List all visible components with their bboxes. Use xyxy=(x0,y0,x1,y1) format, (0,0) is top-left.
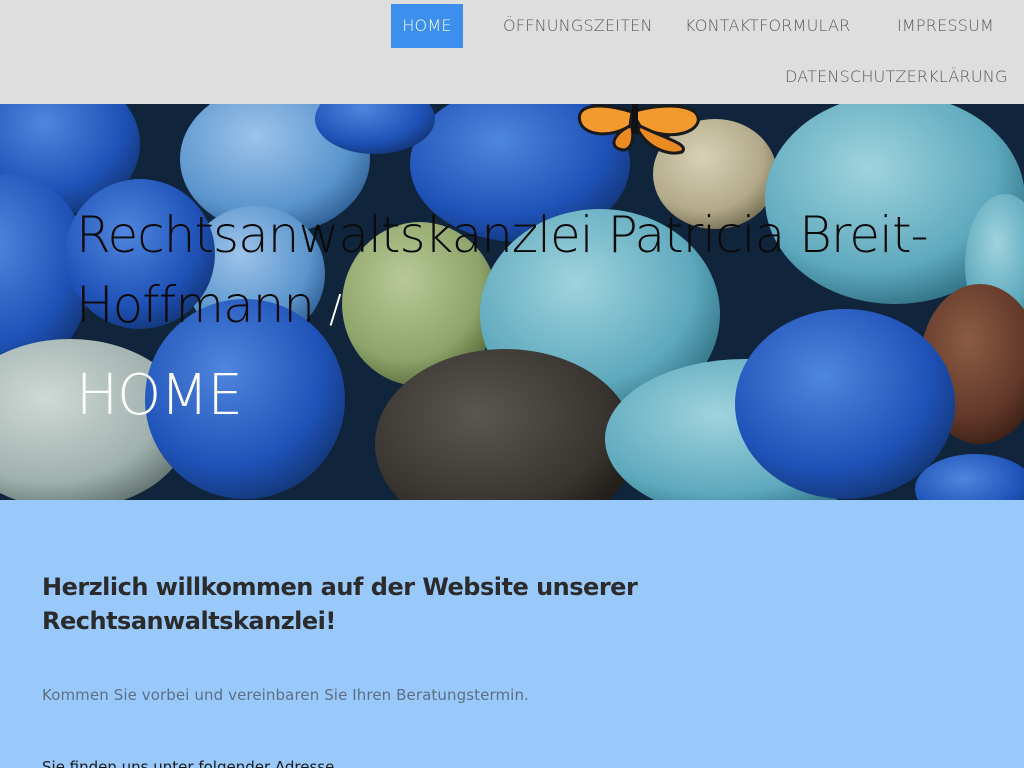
nav-item-datenschutzerklaerung[interactable]: DATENSCHUTZERKLÄRUNG xyxy=(785,55,1008,99)
hero-title: Rechtsanwaltskanzlei Patricia Breit-Hoff… xyxy=(76,200,956,344)
top-navigation: HOME ÖFFNUNGSZEITEN KONTAKTFORMULAR IMPR… xyxy=(0,0,1024,104)
firm-name: Rechtsanwaltskanzlei Patricia Breit-Hoff… xyxy=(76,206,929,334)
nav-item-impressum[interactable]: IMPRESSUM xyxy=(897,4,994,48)
title-separator: / xyxy=(329,287,342,331)
main-content: Herzlich willkommen auf der Website unse… xyxy=(0,500,1024,768)
nav-item-home[interactable]: HOME xyxy=(391,4,463,48)
welcome-heading: Herzlich willkommen auf der Website unse… xyxy=(42,573,638,635)
address-intro-text: Sie finden uns unter folgender Adresse xyxy=(42,758,335,768)
hero-banner: Rechtsanwaltskanzlei Patricia Breit-Hoff… xyxy=(0,104,1024,500)
invite-text: Kommen Sie vorbei und vereinbaren Sie Ih… xyxy=(42,686,529,704)
nav-item-oeffnungszeiten[interactable]: ÖFFNUNGSZEITEN xyxy=(503,4,653,48)
page-name: HOME xyxy=(76,363,243,428)
nav-item-kontaktformular[interactable]: KONTAKTFORMULAR xyxy=(685,4,850,48)
